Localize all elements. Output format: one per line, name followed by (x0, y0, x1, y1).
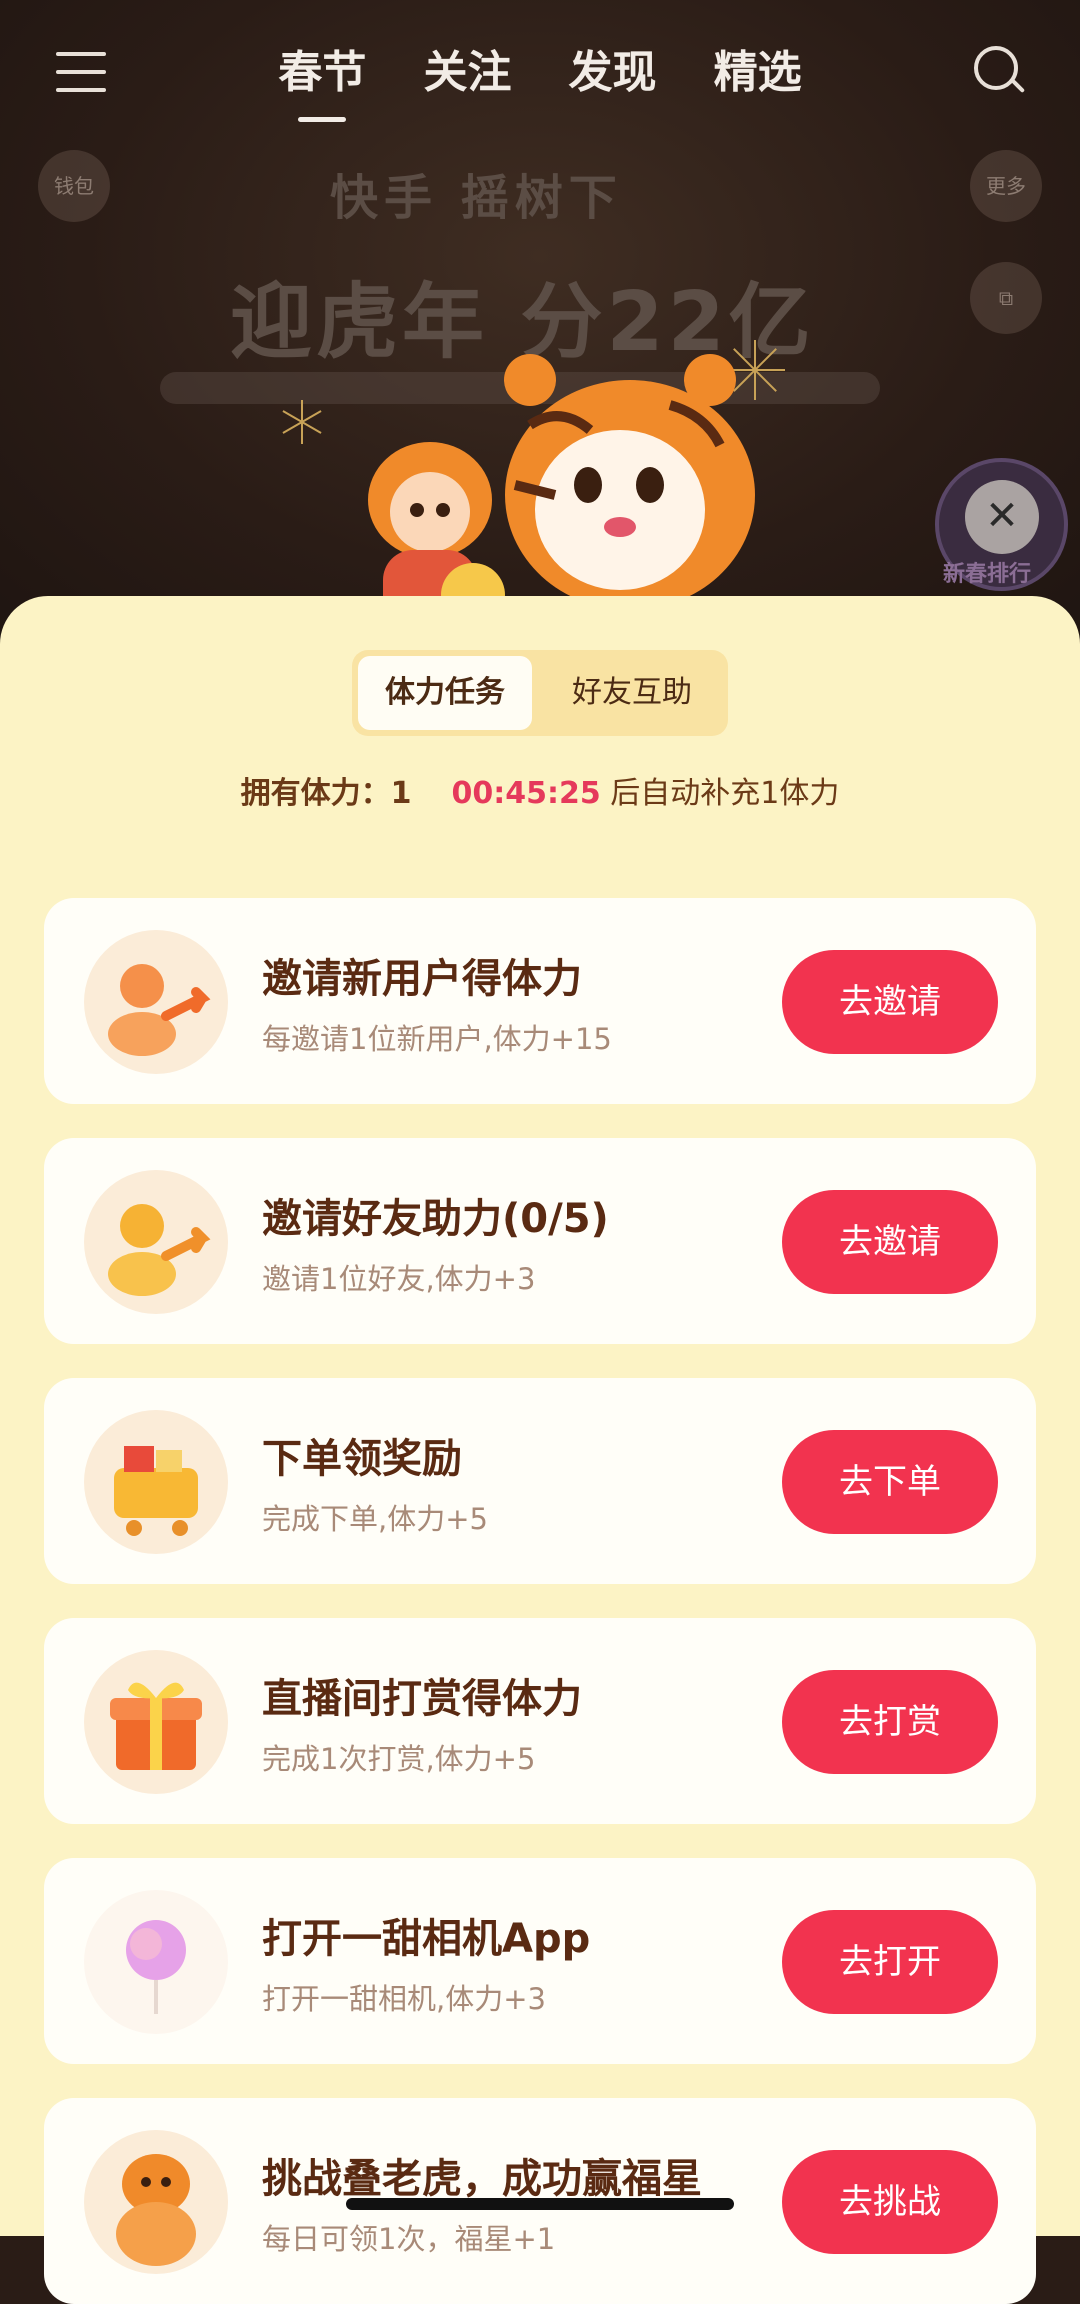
close-button[interactable]: ✕ (965, 480, 1039, 554)
gift-box-icon (84, 1650, 228, 1794)
more-button[interactable]: 更多 (970, 150, 1042, 222)
wallet-button[interactable]: 钱包 (38, 150, 110, 222)
tiger-mascot-illustration (504, 354, 755, 610)
firework-icon (280, 400, 324, 444)
task-description: 邀请1位好友,体力+3 (262, 1262, 536, 1296)
tab-spring-festival[interactable]: 春节 (278, 36, 366, 122)
task-title: 直播间打赏得体力 (262, 1676, 582, 1722)
task-card: 邀请好友助力(0/5) 邀请1位好友,体力+3 去邀请 (44, 1138, 1036, 1344)
task-description: 打开一甜相机,体力+3 (262, 1982, 546, 2016)
segment-control: 体力任务 好友互助 (352, 650, 728, 736)
tab-discover[interactable]: 发现 (569, 36, 657, 100)
task-card: 下单领奖励 完成下单,体力+5 去下单 (44, 1378, 1036, 1584)
challenge-button[interactable]: 去挑战 (782, 2150, 998, 2254)
invite-new-user-button[interactable]: 去邀请 (782, 950, 998, 1054)
task-card: 打开一甜相机App 打开一甜相机,体力+3 去打开 (44, 1858, 1036, 2064)
task-description: 每日可领1次，福星+1 (262, 2222, 556, 2256)
segment-friend-help[interactable]: 好友互助 (542, 656, 722, 730)
task-card: 邀请新用户得体力 每邀请1位新用户,体力+15 去邀请 (44, 898, 1036, 1104)
badge-label: 新春排行 (943, 562, 1032, 587)
stacked-tiger-icon (84, 2130, 228, 2274)
task-card: 直播间打赏得体力 完成1次打赏,体力+5 去打赏 (44, 1618, 1036, 1824)
cotton-candy-icon (84, 1890, 228, 2034)
open-camera-app-button[interactable]: 去打开 (782, 1910, 998, 2014)
banner-brand: 快手 摇树下 (330, 170, 623, 226)
search-icon[interactable] (974, 46, 1026, 96)
invite-user-icon (84, 930, 228, 1074)
task-description: 每邀请1位新用户,体力+15 (262, 1022, 612, 1056)
shopping-cart-icon (84, 1410, 228, 1554)
task-description: 完成下单,体力+5 (262, 1502, 488, 1536)
task-title: 挑战叠老虎，成功赢福星 (262, 2156, 702, 2202)
refill-text: 后自动补充1体力 (600, 776, 840, 811)
invite-friend-button[interactable]: 去邀请 (782, 1190, 998, 1294)
tab-featured[interactable]: 精选 (714, 36, 802, 100)
tab-following[interactable]: 关注 (423, 36, 511, 100)
task-title: 打开一甜相机App (262, 1916, 591, 1962)
stamina-status: 拥有体力：1 00:45:25 后自动补充1体力 (0, 768, 1080, 812)
stamina-label: 拥有体力： (240, 776, 391, 811)
stamina-value: 1 (390, 776, 412, 811)
place-order-button[interactable]: 去下单 (782, 1430, 998, 1534)
refill-countdown: 00:45:25 (451, 776, 601, 811)
top-navigation-bar: 春节 关注 发现 精选 (0, 0, 1080, 150)
task-title: 下单领奖励 (262, 1436, 462, 1482)
segment-stamina-tasks[interactable]: 体力任务 (358, 656, 532, 730)
home-indicator[interactable] (346, 2198, 734, 2210)
scan-icon[interactable]: ⧉ (970, 262, 1042, 334)
task-title: 邀请好友助力(0/5) (262, 1196, 609, 1242)
tip-streamer-button[interactable]: 去打赏 (782, 1670, 998, 1774)
task-description: 完成1次打赏,体力+5 (262, 1742, 536, 1776)
top-tabs: 春节 关注 发现 精选 (0, 36, 1080, 122)
task-panel: 体力任务 好友互助 拥有体力：1 00:45:25 后自动补充1体力 邀请新用户得… (0, 596, 1080, 2304)
task-title: 邀请新用户得体力 (262, 956, 582, 1002)
invite-friend-icon (84, 1170, 228, 1314)
